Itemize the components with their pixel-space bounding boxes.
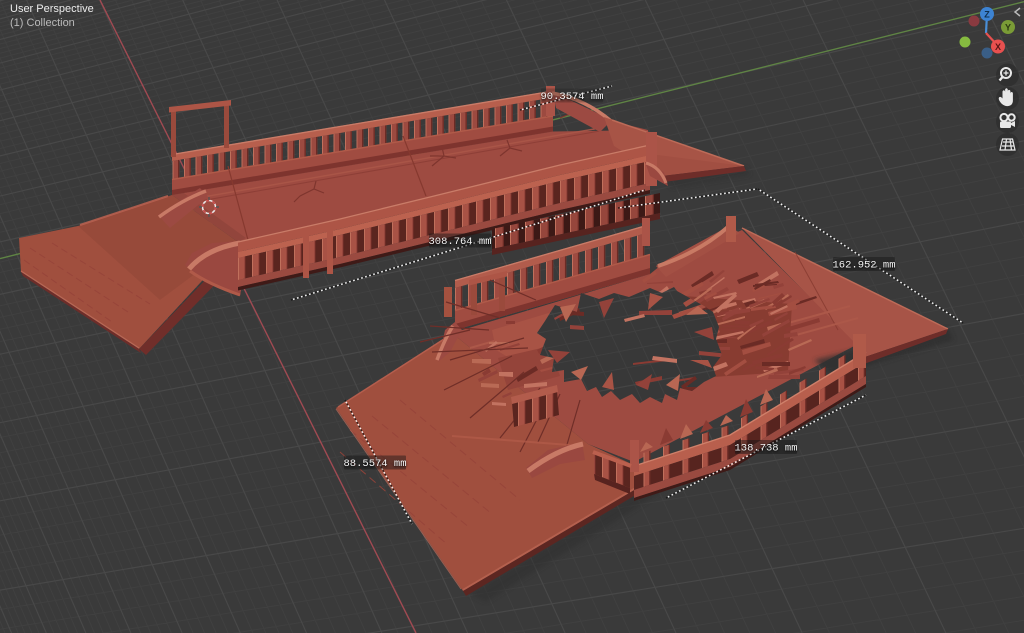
- svg-text:90.3574 mm: 90.3574 mm: [540, 91, 603, 103]
- svg-text:User Perspective: User Perspective: [10, 3, 94, 15]
- svg-text:138.738 mm: 138.738 mm: [734, 443, 797, 455]
- svg-text:X: X: [995, 42, 1001, 52]
- svg-text:(1) Collection: (1) Collection: [10, 17, 75, 29]
- svg-text:162.952 mm: 162.952 mm: [832, 260, 895, 272]
- svg-text:Z: Z: [984, 10, 990, 20]
- svg-text:Y: Y: [1005, 23, 1011, 33]
- svg-text:88.5574 mm: 88.5574 mm: [343, 458, 406, 470]
- svg-text:308.764 mm: 308.764 mm: [428, 236, 491, 248]
